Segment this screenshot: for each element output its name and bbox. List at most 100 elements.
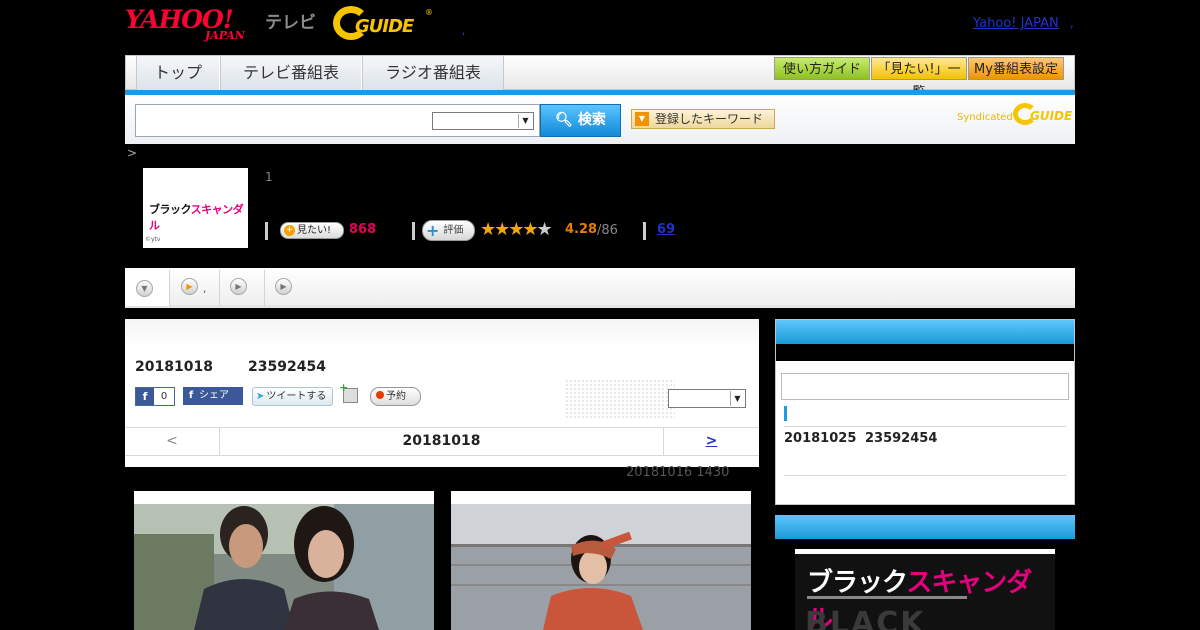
- gguide-registered-mark: ®: [425, 8, 433, 17]
- average-rating: 4.28: [565, 222, 598, 237]
- tweet-label: ツイートする: [266, 391, 327, 402]
- twitter-bird-icon: ➤: [256, 391, 265, 402]
- facebook-share-button[interactable]: f シェア: [183, 387, 243, 405]
- facebook-like-button[interactable]: f0: [135, 387, 175, 406]
- chevron-down-icon: ▼: [635, 112, 649, 126]
- usage-guide-button[interactable]: 使い方ガイド: [774, 57, 870, 80]
- want-to-watch-label: 見たい!: [297, 225, 332, 236]
- nav-tab-tv-listings[interactable]: テレビ番組表: [220, 56, 362, 90]
- facebook-icon: f: [136, 388, 154, 405]
- episode-photo-2-image: [451, 504, 751, 630]
- saved-keywords-button[interactable]: ▼ 登録したキーワード: [631, 109, 775, 129]
- tab-video[interactable]: ▶ ,: [170, 270, 220, 306]
- pager-current-date: 20181018: [402, 433, 481, 449]
- saved-keywords-label: 登録したキーワード: [655, 112, 764, 126]
- thumb-title-part-a: ブラック: [149, 203, 191, 216]
- thumbnail-credit: ©ytv: [145, 236, 161, 243]
- program-episode-count: 1: [265, 170, 273, 184]
- episode-photo-1-image: [134, 504, 434, 630]
- chevron-down-icon: ▼: [730, 391, 744, 406]
- program-thumbnail-title: ブラックスキャンダル: [149, 201, 248, 233]
- stars-filled: ★★★★: [480, 219, 539, 240]
- divider: [784, 475, 1066, 476]
- facebook-like-count: 0: [160, 391, 168, 402]
- plus-icon: +: [284, 225, 295, 236]
- search-category-select[interactable]: ▼: [432, 112, 534, 130]
- header-link-separator: ,: [1070, 16, 1074, 30]
- review-count-link[interactable]: 69: [657, 222, 675, 237]
- pager-next-link[interactable]: >: [663, 428, 759, 455]
- want-to-watch-list-button[interactable]: 「見たい!」一覧: [871, 57, 967, 100]
- program-tab-strip: ▼ ▶ , ▶ ▶: [125, 268, 1075, 308]
- program-thumbnail[interactable]: ブラックスキャンダル ©ytv: [143, 168, 248, 248]
- nav-tab-radio-listings[interactable]: ラジオ番組表: [362, 56, 504, 90]
- episode-photo-1[interactable]: [134, 491, 434, 630]
- decorative-dots: [565, 379, 675, 419]
- episode-photo-2[interactable]: [451, 491, 751, 630]
- chevron-down-circle-icon: ▼: [136, 280, 153, 297]
- search-button-label: 検索: [577, 112, 606, 128]
- program-poster[interactable]: ブラックスキャンダル BLACK: [795, 549, 1055, 630]
- poster-background-text: BLACK: [805, 606, 926, 630]
- update-timestamp: 20181016 1430: [626, 465, 730, 480]
- episode-id: 23592454: [248, 359, 326, 375]
- want-to-watch-count: 868: [349, 222, 377, 237]
- divider: [265, 222, 268, 240]
- yahoo-japan-link[interactable]: Yahoo! JAPAN: [973, 16, 1059, 31]
- tab-episodes[interactable]: ▼: [125, 270, 170, 306]
- tab-play-2[interactable]: ▶: [220, 270, 265, 306]
- divider: [412, 222, 415, 240]
- chevron-down-icon: ▼: [518, 114, 532, 128]
- poster-title-part-a: ブラック: [807, 568, 907, 598]
- syndicated-gguide-logo: GUIDE: [1013, 103, 1073, 127]
- nav-tab-top[interactable]: トップ: [136, 56, 220, 90]
- rating-count: /86: [597, 223, 618, 238]
- facebook-icon: f: [188, 390, 194, 401]
- tv-service-label: テレビ: [265, 13, 316, 33]
- search-bar: ▼ 🔍︎ 検索 ▼ 登録したキーワード Syndicated GUIDE: [125, 95, 1075, 144]
- search-button[interactable]: 🔍︎ 検索: [540, 104, 621, 137]
- tab-label: ,: [203, 284, 207, 295]
- episode-panel: 20181018 23592454 f0 fシェア ➤ツイートする 予約 ▼ <…: [125, 319, 759, 467]
- yahoo-logo-sub: JAPAN: [205, 29, 245, 42]
- reserve-label: 予約: [386, 391, 406, 402]
- breadcrumb[interactable]: >: [127, 146, 137, 160]
- sidebar-header-bar: [776, 320, 1074, 344]
- yahoo-japan-logo[interactable]: YAHOO! JAPAN: [125, 5, 265, 45]
- syndicated-logo-text: GUIDE: [1030, 109, 1073, 123]
- episode-select[interactable]: ▼: [668, 389, 746, 408]
- sidebar-next-date: 20181025: [784, 431, 857, 446]
- facebook-share-label: シェア: [199, 390, 229, 401]
- poster-image: ブラックスキャンダル BLACK: [795, 554, 1055, 630]
- sidebar-header-band: [776, 344, 1074, 361]
- gguide-logo[interactable]: GUIDE ®: [333, 6, 433, 42]
- plus-icon: +: [426, 221, 440, 240]
- header-separator: ,: [462, 26, 466, 37]
- star-rating-icon: ★★★★★: [480, 219, 553, 240]
- calendar-add-icon[interactable]: [339, 381, 358, 403]
- play-circle-icon: ▶: [230, 278, 247, 295]
- my-listings-settings-button[interactable]: My番組表設定: [968, 57, 1064, 80]
- poster-subtitle-line: [807, 596, 967, 599]
- tab-play-3[interactable]: ▶: [265, 270, 310, 306]
- stars-empty: ★: [536, 219, 553, 240]
- play-circle-icon: ▶: [181, 278, 198, 295]
- tweet-button[interactable]: ➤ ツイートする: [252, 387, 333, 406]
- pager-prev-button[interactable]: <: [125, 428, 220, 455]
- rate-button[interactable]: + 評価: [422, 220, 475, 241]
- want-to-watch-button[interactable]: + 見たい!: [280, 222, 344, 239]
- gguide-logo-text: GUIDE: [355, 16, 414, 37]
- global-nav: トップ テレビ番組表 ラジオ番組表 使い方ガイド 「見たい!」一覧 My番組表設…: [125, 55, 1075, 100]
- sidebar-header-bar-2: [775, 515, 1075, 539]
- syndicated-label: Syndicated: [957, 112, 1013, 123]
- rate-button-label: 評価: [443, 225, 464, 236]
- record-reserve-button[interactable]: 予約: [370, 387, 421, 406]
- sidebar-episode-box: 20181025 23592454: [775, 319, 1075, 505]
- sidebar-section-marker: [784, 406, 787, 421]
- episode-date: 20181018: [135, 359, 213, 375]
- divider: [784, 426, 1066, 427]
- divider: [643, 222, 646, 240]
- episode-pager: < 20181018 >: [125, 427, 759, 456]
- record-dot-icon: [376, 391, 384, 399]
- sidebar-input[interactable]: [781, 373, 1069, 400]
